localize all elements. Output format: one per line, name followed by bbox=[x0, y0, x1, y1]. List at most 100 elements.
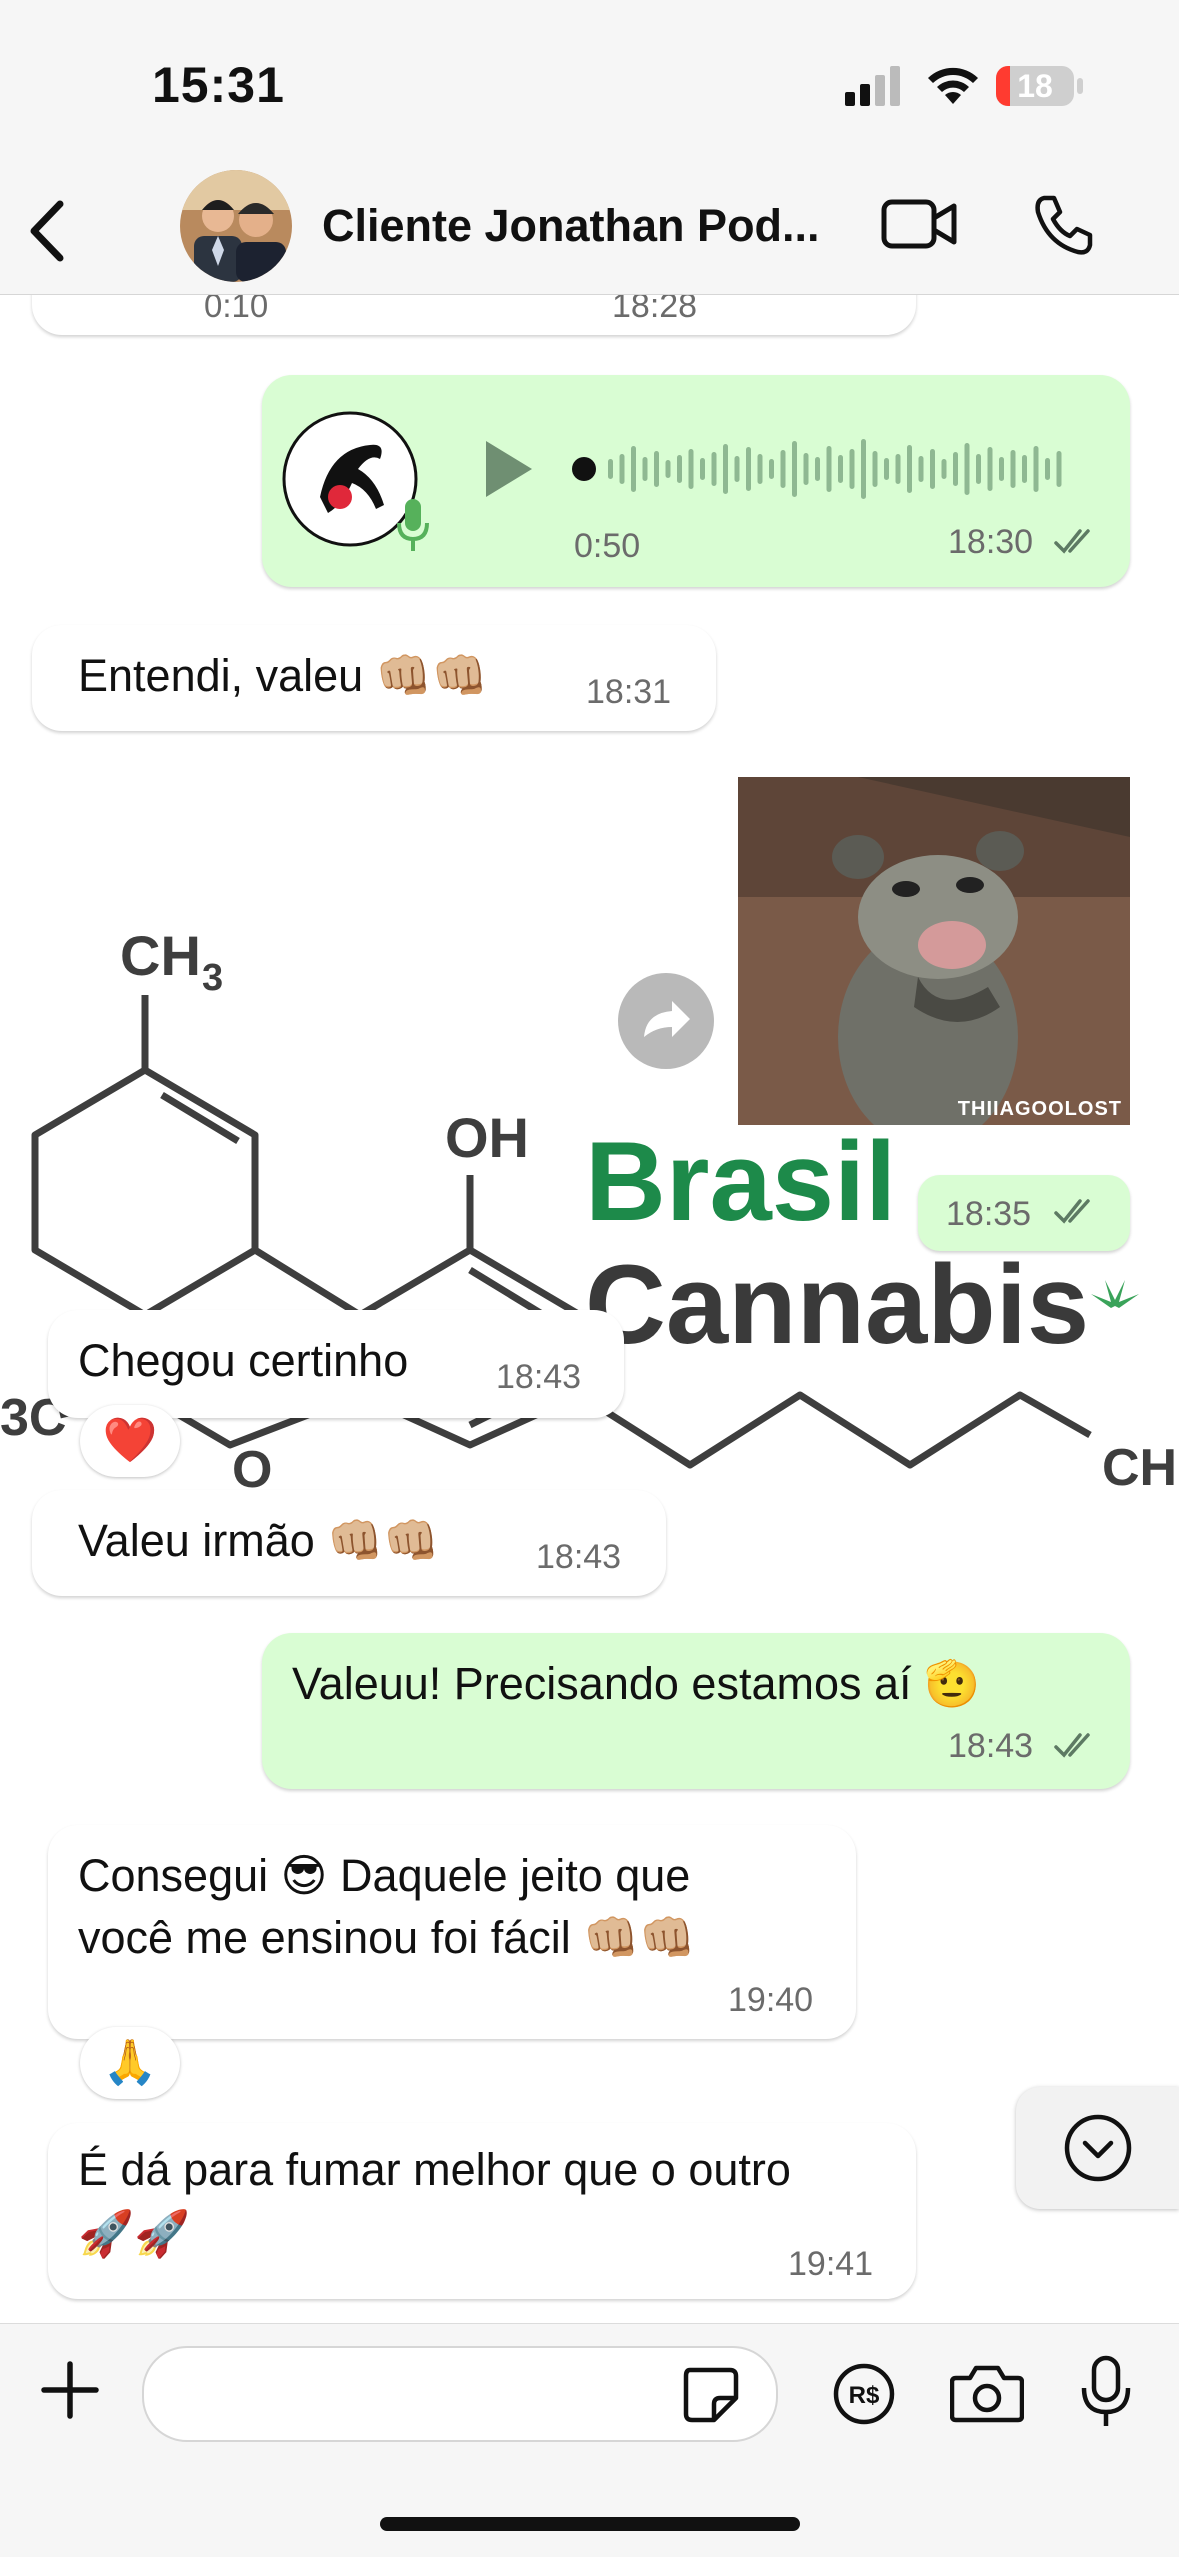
waveform-bar bbox=[999, 457, 1004, 481]
microphone-icon bbox=[397, 499, 429, 551]
waveform-bar bbox=[619, 454, 625, 484]
waveform-bar bbox=[1010, 450, 1016, 488]
waveform-bar bbox=[734, 456, 740, 482]
message-bubble-incoming[interactable]: Valeu irmão 👊🏼👊🏼 18:43 bbox=[32, 1490, 666, 1596]
chevron-left-icon[interactable] bbox=[22, 196, 72, 266]
message-time: 19:40 bbox=[728, 1981, 814, 2019]
waveform-bar bbox=[815, 457, 820, 481]
audio-waveform[interactable] bbox=[570, 429, 1070, 509]
payment-icon[interactable]: R$ bbox=[832, 2362, 896, 2426]
waveform-bar bbox=[654, 451, 659, 487]
status-time: 15:31 bbox=[152, 57, 285, 113]
message-bubble-incoming[interactable]: Chegou certinho 18:43 bbox=[48, 1310, 624, 1418]
message-reaction[interactable]: 🙏 bbox=[80, 2027, 180, 2099]
message-bubble-incoming[interactable]: É dá para fumar melhor que o outro 🚀🚀 19… bbox=[48, 2123, 916, 2299]
wallpaper-ch3-top: CH bbox=[120, 924, 201, 987]
message-time: 19:41 bbox=[788, 2245, 874, 2283]
waveform-bar bbox=[941, 459, 947, 479]
message-time: 18:31 bbox=[586, 673, 672, 711]
contact-avatar[interactable] bbox=[180, 170, 292, 282]
message-text: Valeuu! Precisando estamos aí 🫡 bbox=[292, 1658, 981, 1709]
forward-icon[interactable] bbox=[618, 973, 714, 1069]
message-time: 18:43 bbox=[948, 1727, 1034, 1765]
gif-time-badge: 18:35 bbox=[918, 1175, 1130, 1251]
waveform-bar bbox=[1056, 451, 1062, 487]
read-receipt-icon bbox=[1054, 1199, 1090, 1224]
message-text-line: Consegui 😎 Daquele jeito que bbox=[78, 1850, 691, 1901]
chat-area[interactable]: CH 3 OH Brasil Cannabis 3C O CH 0:10 18:… bbox=[0, 295, 1179, 2323]
message-reaction[interactable]: ❤️ bbox=[80, 1405, 180, 1477]
phone-icon[interactable] bbox=[1030, 192, 1096, 258]
composer-bar: R$ bbox=[0, 2323, 1179, 2557]
wallpaper-ch-right: CH bbox=[1102, 1439, 1177, 1497]
audio-duration: 0:50 bbox=[574, 527, 641, 565]
gif-caption: THIIAGOOLOST bbox=[957, 1098, 1122, 1120]
sticker-icon[interactable] bbox=[680, 2364, 740, 2424]
message-time: 18:30 bbox=[948, 523, 1034, 561]
waveform-bar bbox=[861, 439, 866, 499]
scroll-to-bottom-button[interactable] bbox=[1016, 2087, 1179, 2209]
message-text-line: É dá para fumar melhor que o outro bbox=[78, 2144, 791, 2195]
waveform-bar bbox=[631, 446, 636, 492]
waveform-bar bbox=[826, 446, 832, 492]
message-time: 18:28 bbox=[612, 295, 698, 325]
waveform-bar bbox=[723, 444, 728, 494]
contact-name[interactable]: Cliente Jonathan Pod... bbox=[322, 200, 820, 252]
waveform-bar bbox=[642, 457, 648, 481]
message-text-line: você me ensinou foi fácil 👊🏼👊🏼 bbox=[78, 1912, 696, 1963]
wallpaper-ch3-sub: 3 bbox=[202, 957, 223, 999]
svg-text:R$: R$ bbox=[849, 2382, 880, 2409]
read-receipt-icon bbox=[1054, 1733, 1090, 1758]
waveform-bar bbox=[700, 458, 705, 480]
wallpaper-brand-line1: Brasil bbox=[585, 1119, 896, 1244]
waveform-bar bbox=[746, 447, 751, 491]
message-time: 18:43 bbox=[536, 1538, 622, 1576]
waveform-bar bbox=[1033, 446, 1039, 492]
waveform-bar bbox=[884, 458, 889, 480]
wifi-icon bbox=[928, 67, 978, 104]
waveform-bar bbox=[907, 445, 912, 493]
waveform-bar bbox=[987, 447, 993, 491]
plus-icon[interactable] bbox=[40, 2360, 100, 2420]
waveform-bar bbox=[872, 451, 878, 487]
message-bubble-outgoing-audio[interactable]: 0:50 18:30 bbox=[262, 375, 1130, 587]
cellular-signal-icon bbox=[845, 66, 900, 106]
gif-attachment[interactable]: THIIAGOOLOST bbox=[738, 777, 1130, 1125]
play-icon[interactable] bbox=[480, 437, 536, 501]
waveform-bar bbox=[918, 456, 924, 482]
waveform-bar bbox=[1045, 458, 1050, 480]
camera-icon[interactable] bbox=[950, 2362, 1024, 2424]
chat-header: Cliente Jonathan Pod... bbox=[0, 170, 1179, 295]
status-bar: 15:31 18 bbox=[0, 0, 1179, 170]
battery-percent: 18 bbox=[1017, 68, 1053, 104]
message-bubble-incoming[interactable]: Entendi, valeu 👊🏼👊🏼 18:31 bbox=[32, 625, 716, 731]
waveform-bar bbox=[665, 460, 671, 478]
waveform-bar bbox=[688, 449, 694, 489]
message-text: Valeu irmão 👊🏼👊🏼 bbox=[78, 1515, 440, 1566]
waveform-bar bbox=[711, 452, 717, 486]
message-text: Chegou certinho bbox=[78, 1335, 409, 1386]
waveform-bar bbox=[976, 454, 981, 484]
read-receipt-icon bbox=[1054, 529, 1090, 554]
wallpaper-oh: OH bbox=[445, 1106, 529, 1169]
waveform-bar bbox=[930, 449, 935, 489]
wallpaper-brand-line2: Cannabis bbox=[585, 1242, 1089, 1367]
home-indicator bbox=[380, 2517, 800, 2531]
chevron-down-icon bbox=[1064, 2114, 1132, 2182]
waveform-bar bbox=[953, 452, 958, 486]
waveform-bar bbox=[792, 441, 797, 497]
cannabis-leaf-icon bbox=[1091, 1280, 1139, 1308]
message-bubble-incoming-audio[interactable]: 0:10 18:28 bbox=[32, 295, 916, 335]
battery-icon: 18 bbox=[996, 66, 1074, 106]
video-camera-icon[interactable] bbox=[880, 194, 960, 254]
message-bubble-outgoing[interactable]: Valeuu! Precisando estamos aí 🫡 18:43 bbox=[262, 1633, 1130, 1789]
microphone-icon[interactable] bbox=[1078, 2354, 1134, 2430]
waveform-bar bbox=[757, 454, 763, 484]
message-text: Entendi, valeu 👊🏼👊🏼 bbox=[78, 650, 488, 701]
waveform-bar bbox=[780, 450, 786, 488]
waveform-bar bbox=[838, 455, 843, 483]
waveform-bar bbox=[608, 459, 613, 479]
message-bubble-incoming[interactable]: Consegui 😎 Daquele jeito que você me ens… bbox=[48, 1825, 856, 2039]
waveform-bar bbox=[895, 454, 901, 484]
waveform-bar bbox=[769, 459, 774, 479]
